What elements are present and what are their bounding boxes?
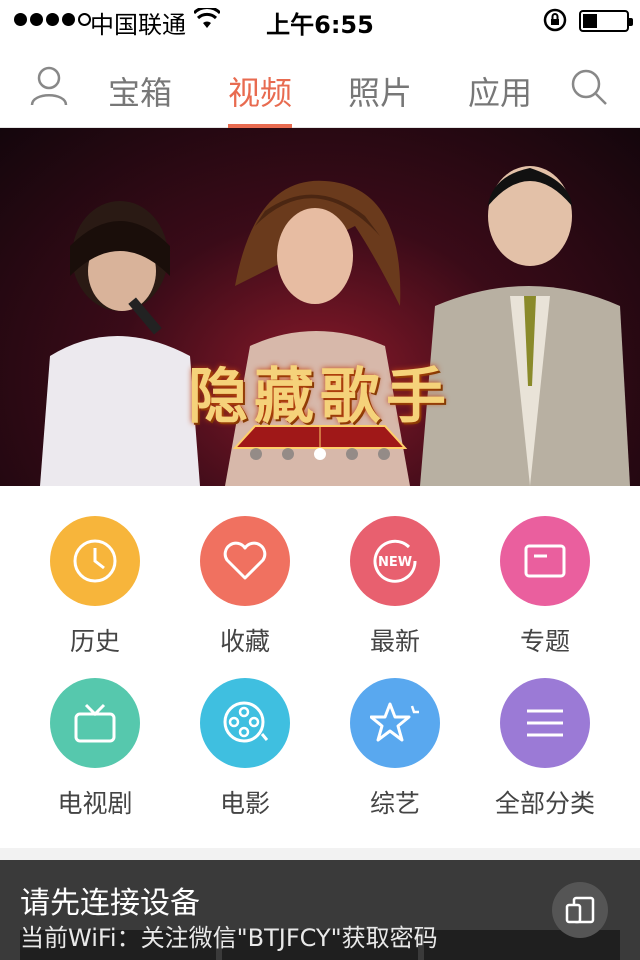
- category-label: 综艺: [369, 789, 420, 818]
- tv-icon: [50, 678, 140, 768]
- menu-icon: [500, 678, 590, 768]
- pagination-dot[interactable]: [250, 448, 262, 460]
- search-icon[interactable]: [570, 68, 608, 110]
- singer-left-image: [40, 201, 200, 486]
- connect-prompt-subtitle: 当前WiFi：关注微信"BTJFCY"获取密码: [20, 924, 438, 952]
- category-movies[interactable]: 电影: [170, 678, 320, 820]
- tab-apps[interactable]: 应用: [455, 68, 545, 114]
- category-label: 历史: [69, 627, 120, 656]
- category-tv-series[interactable]: 电视剧: [20, 678, 170, 820]
- pagination-dot[interactable]: [282, 448, 294, 460]
- category-favorites[interactable]: 收藏: [170, 516, 320, 658]
- tab-video[interactable]: 视频: [215, 68, 305, 114]
- category-label: 收藏: [219, 627, 270, 656]
- tab-photos[interactable]: 照片: [335, 68, 425, 114]
- category-grid: 历史 收藏 NEW 最新 专题 电视剧 电影 综艺 全部分类: [0, 486, 640, 848]
- clock-icon: [50, 516, 140, 606]
- category-label: 电视剧: [57, 789, 133, 818]
- promo-banner[interactable]: 隐藏歌手: [0, 128, 640, 486]
- stars-icon: [350, 678, 440, 768]
- top-navigation: 宝箱 视频 照片 应用: [0, 40, 640, 128]
- topic-icon: [500, 516, 590, 606]
- singer-right-image: [420, 166, 630, 486]
- connect-prompt-title: 请先连接设备: [20, 886, 200, 921]
- new-icon: NEW: [350, 516, 440, 606]
- category-variety[interactable]: 综艺: [320, 678, 470, 820]
- device-switch-icon: [565, 896, 595, 924]
- category-label: 电影: [219, 789, 270, 818]
- category-label: 专题: [519, 627, 570, 656]
- pagination-dot[interactable]: [378, 448, 390, 460]
- category-all[interactable]: 全部分类: [470, 678, 620, 820]
- pagination-dot[interactable]: [346, 448, 358, 460]
- battery-icon: [579, 10, 633, 32]
- category-label: 全部分类: [494, 789, 595, 818]
- pagination-dot[interactable]: [314, 448, 326, 460]
- tab-treasure[interactable]: 宝箱: [95, 68, 185, 114]
- user-icon[interactable]: [30, 66, 68, 110]
- film-reel-icon: [200, 678, 290, 768]
- category-topics[interactable]: 专题: [470, 516, 620, 658]
- connect-device-prompt[interactable]: 请先连接设备 当前WiFi：关注微信"BTJFCY"获取密码: [0, 860, 640, 960]
- rotation-lock-icon: [543, 8, 567, 38]
- svg-text:NEW: NEW: [378, 555, 412, 570]
- status-bar: 中国联通 上午6:55: [0, 0, 640, 40]
- category-latest[interactable]: NEW 最新: [320, 516, 470, 658]
- category-label: 最新: [369, 627, 420, 656]
- banner-pagination: [0, 448, 640, 460]
- heart-icon: [200, 516, 290, 606]
- stage-graphic: [232, 425, 408, 449]
- category-history[interactable]: 历史: [20, 516, 170, 658]
- device-switch-button[interactable]: [552, 882, 608, 938]
